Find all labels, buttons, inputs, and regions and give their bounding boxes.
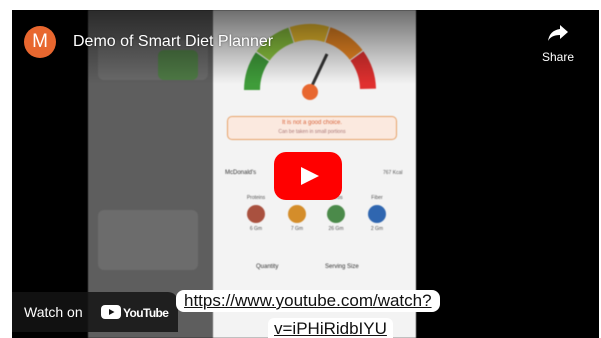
- gauge-face-icon: [302, 84, 318, 100]
- embed-stage: It is not a good choice. Can be taken in…: [0, 0, 601, 338]
- youtube-logo-icon: YouTube: [101, 305, 170, 320]
- channel-avatar[interactable]: M: [24, 26, 56, 58]
- serving-size-label: Serving Size: [325, 264, 359, 270]
- macro-value: 7 Gm: [290, 226, 304, 232]
- video-url-link[interactable]: https://www.youtube.com/watch?: [176, 290, 440, 312]
- watch-on-label: Watch on: [24, 304, 83, 320]
- video-url-link-continued[interactable]: v=iPHiRidbIYU: [268, 318, 393, 338]
- macro-value: 6 Gm: [249, 226, 263, 232]
- warning-title: It is not a good choice.: [281, 120, 343, 126]
- warning-box: It is not a good choice. Can be taken in…: [227, 116, 397, 140]
- fat-icon: [288, 205, 306, 223]
- macro-value: 26 Gm: [328, 226, 344, 232]
- video-title[interactable]: Demo of Smart Diet Planner: [73, 32, 273, 52]
- quantity-label: Quantity: [256, 264, 279, 270]
- share-button[interactable]: Share: [538, 24, 578, 64]
- macro-proteins: Proteins 6 Gm: [235, 195, 277, 232]
- warning-subtitle: Can be taken in small portions: [278, 129, 346, 135]
- background-blur: [98, 210, 198, 270]
- play-icon: [301, 167, 319, 185]
- video-player[interactable]: It is not a good choice. Can be taken in…: [12, 10, 599, 338]
- macro-fats: Fats 7 Gm: [276, 195, 318, 232]
- play-button[interactable]: [274, 152, 342, 200]
- macro-value: 2 Gm: [370, 226, 384, 232]
- carbs-icon: [327, 205, 345, 223]
- macro-carbs: Carbs 26 Gm: [315, 195, 357, 232]
- youtube-logo: YouTube: [101, 302, 171, 327]
- protein-icon: [247, 205, 265, 223]
- watch-on-youtube-button[interactable]: Watch on YouTube: [12, 292, 178, 332]
- macro-label: Fiber: [371, 195, 383, 201]
- platform-label: YouTube: [123, 306, 169, 320]
- share-arrow-icon: [548, 25, 568, 41]
- food-name: McDonald's: [225, 170, 257, 176]
- macro-fiber: Fiber 2 Gm: [356, 195, 398, 232]
- food-calories: 767 Kcal: [383, 170, 403, 176]
- share-label: Share: [541, 50, 575, 64]
- fiber-icon: [368, 205, 386, 223]
- macro-label: Proteins: [246, 195, 266, 201]
